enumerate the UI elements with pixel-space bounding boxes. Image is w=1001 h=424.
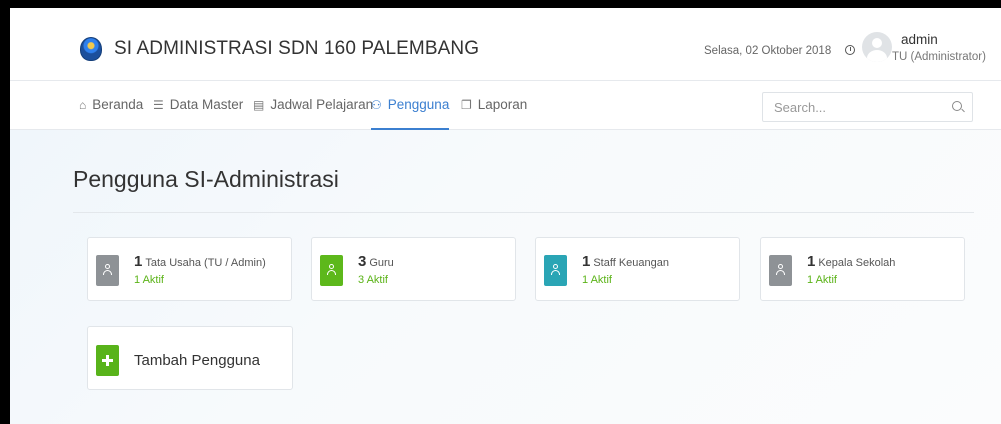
user-icon — [96, 255, 119, 286]
user-count: 3 — [358, 253, 367, 270]
user-count: 1 — [807, 253, 816, 270]
current-date: Selasa, 02 Oktober 2018 — [704, 45, 832, 57]
plus-icon — [102, 355, 113, 366]
nav-item-data-master[interactable]: ☰ Data Master — [153, 81, 243, 129]
nav-item-label: Beranda — [92, 97, 144, 112]
main-content: Pengguna SI-Administrasi 1 Tata Usaha (TU… — [10, 130, 1001, 424]
app-window: SI ADMINISTRASI SDN 160 PALEMBANG Selasa… — [10, 8, 1001, 424]
page-title: Pengguna SI-Administrasi — [73, 166, 339, 192]
user-name[interactable]: admin — [901, 32, 938, 47]
user-icon — [544, 255, 567, 286]
add-user-label: Tambah Pengguna — [134, 352, 260, 369]
user-group-label: Tata Usaha (TU / Admin) — [145, 257, 266, 269]
nav-item-label: Laporan — [477, 97, 528, 112]
user-group-label: Kepala Sekolah — [818, 257, 896, 269]
nav-item-laporan[interactable]: ❐ Laporan — [461, 81, 527, 129]
clock-icon — [845, 45, 855, 55]
plus-badge — [96, 345, 119, 376]
title-divider — [73, 212, 974, 213]
user-group-label: Guru — [369, 257, 394, 269]
top-header: SI ADMINISTRASI SDN 160 PALEMBANG Selasa… — [10, 8, 1001, 81]
search-input[interactable] — [763, 93, 944, 121]
active-status: 1 Aktif — [807, 274, 837, 286]
search-box — [762, 92, 973, 122]
users-icon: ⚇ — [371, 98, 382, 112]
user-icon — [320, 255, 343, 286]
app-title: SI ADMINISTRASI SDN 160 PALEMBANG — [114, 38, 480, 59]
user-group-card-staff-keuangan[interactable]: 1 Staff Keuangan 1 Aktif — [535, 237, 740, 301]
database-icon: ☰ — [153, 98, 164, 112]
user-group-label: Staff Keuangan — [593, 257, 669, 269]
user-group-card-guru[interactable]: 3 Guru 3 Aktif — [311, 237, 516, 301]
nav-item-label: Data Master — [169, 97, 244, 112]
user-group-card-tata-usaha[interactable]: 1 Tata Usaha (TU / Admin) 1 Aktif — [87, 237, 292, 301]
nav-item-jadwal-pelajaran[interactable]: ▤ Jadwal Pelajaran — [253, 81, 373, 129]
nav-item-label: Pengguna — [387, 97, 450, 112]
school-logo-icon — [80, 37, 102, 61]
add-user-button[interactable]: Tambah Pengguna — [87, 326, 293, 390]
user-count: 1 — [134, 253, 143, 270]
user-icon — [769, 255, 792, 286]
nav-item-label: Jadwal Pelajaran — [270, 97, 374, 112]
user-role: TU (Administrator) — [892, 51, 986, 63]
active-status: 3 Aktif — [358, 274, 388, 286]
user-avatar[interactable] — [862, 32, 892, 62]
home-icon: ⌂ — [79, 98, 87, 112]
nav-item-beranda[interactable]: ⌂ Beranda — [79, 81, 143, 129]
user-count: 1 — [582, 253, 591, 270]
user-group-card-kepala-sekolah[interactable]: 1 Kepala Sekolah 1 Aktif — [760, 237, 965, 301]
copy-icon: ❐ — [461, 98, 472, 112]
active-status: 1 Aktif — [134, 274, 164, 286]
calendar-icon: ▤ — [253, 98, 265, 112]
search-icon[interactable] — [952, 101, 962, 111]
nav-item-pengguna[interactable]: ⚇ Pengguna — [371, 81, 450, 130]
active-status: 1 Aktif — [582, 274, 612, 286]
